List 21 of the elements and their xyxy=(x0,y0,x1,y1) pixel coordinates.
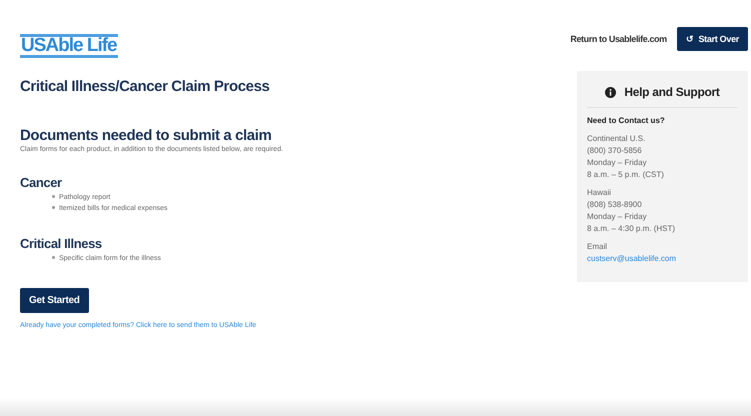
contact-line: 8 a.m. – 5 p.m. (CST) xyxy=(587,170,665,179)
get-started-button[interactable]: Get Started xyxy=(20,288,89,313)
contact-line: (808) 538-8900 xyxy=(587,200,643,209)
contact-line: Monday – Friday xyxy=(587,158,648,167)
contact-line: (800) 370-5856 xyxy=(587,146,643,155)
info-icon xyxy=(605,86,616,98)
product-heading: Cancer xyxy=(20,175,63,190)
page-title: Critical Illness/Cancer Claim Process xyxy=(20,78,270,95)
product-heading: Critical Illness xyxy=(20,236,103,251)
section-heading: Documents needed to submit a claim xyxy=(20,127,272,144)
email-label: Email xyxy=(587,242,608,251)
company-logo[interactable]: USAble Life xyxy=(20,34,118,58)
start-over-button[interactable]: ↺ Start Over xyxy=(676,27,748,51)
restart-icon: ↺ xyxy=(686,34,694,44)
contact-line: Monday – Friday xyxy=(587,212,648,221)
panel-title: Help and Support xyxy=(624,85,720,99)
contact-question: Need to Contact us? xyxy=(587,116,666,125)
contact-line: Continental U.S. xyxy=(587,134,646,143)
return-link[interactable]: Return to Usablelife.com xyxy=(570,34,667,44)
contact-line: Hawaii xyxy=(587,188,612,197)
contact-line: 8 a.m. – 4:30 p.m. (HST) xyxy=(587,224,676,233)
